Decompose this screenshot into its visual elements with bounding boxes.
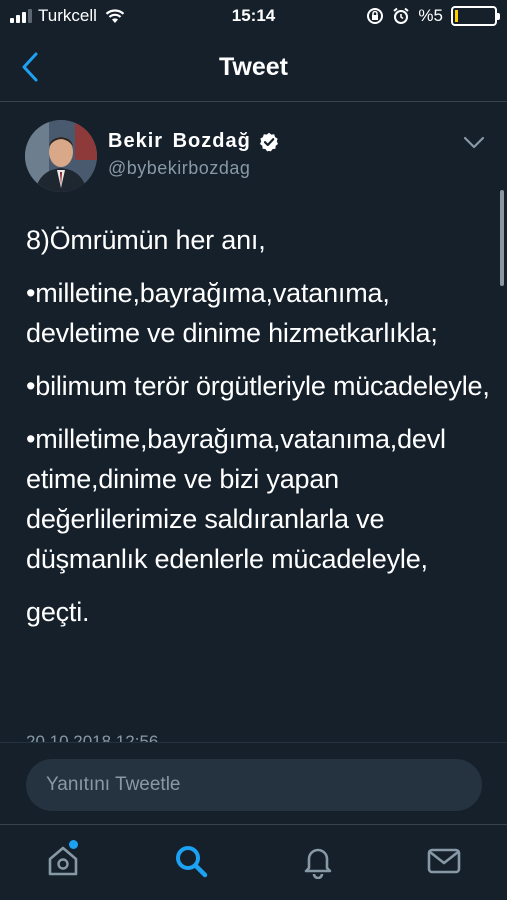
battery-level — [455, 10, 458, 22]
tweet-paragraph: •milletime,bayrağıma,vatanıma,devl etime… — [26, 424, 446, 574]
tab-home[interactable] — [45, 840, 81, 879]
notification-dot — [69, 840, 78, 849]
status-right: %5 — [366, 6, 500, 26]
tweet-paragraph: •milletine,bayrağıma,vatanıma, devletime… — [26, 278, 438, 348]
tweet-paragraph: geçti. — [26, 597, 90, 627]
orientation-lock-icon — [367, 8, 384, 24]
chevron-down-icon[interactable] — [463, 136, 485, 150]
scrollbar[interactable] — [500, 190, 504, 286]
tweet-paragraph: 8)Ömrümün her anı, — [26, 225, 266, 255]
verified-badge-icon — [259, 132, 278, 151]
bell-icon — [304, 848, 332, 880]
header: Tweet — [0, 34, 507, 102]
tweet-body: 8)Ömrümün her anı, •milletine,bayrağıma,… — [26, 220, 496, 645]
tab-messages[interactable] — [426, 843, 462, 879]
tab-bar — [0, 824, 507, 900]
alarm-icon — [393, 7, 410, 24]
reply-input[interactable]: Yanıtını Tweetle — [26, 759, 482, 811]
search-icon — [176, 846, 208, 878]
tweet-timestamp: 20.10.2018 12:56 — [26, 732, 159, 742]
reply-bar: Yanıtını Tweetle — [0, 742, 507, 824]
tab-notifications[interactable] — [300, 843, 336, 880]
tweet-paragraph: •bilimum terör örgütleriyle mücadeleyle, — [26, 371, 490, 401]
profile-photo — [25, 120, 97, 192]
battery-icon — [451, 6, 500, 26]
tweet-detail: Bekir Bozdağ @bybekirbozdag 8)Ömrümün he… — [0, 102, 507, 742]
battery-percent: %5 — [418, 6, 443, 25]
avatar[interactable] — [25, 120, 97, 192]
page-title: Tweet — [219, 53, 288, 81]
status-bar: Turkcell 15:14 %5 — [0, 0, 507, 34]
author-handle[interactable]: @bybekirbozdag — [108, 158, 250, 179]
author-display-name[interactable]: Bekir Bozdağ — [108, 130, 251, 153]
mail-icon — [427, 848, 461, 874]
tab-search[interactable] — [173, 843, 209, 879]
author-name-row[interactable]: Bekir Bozdağ — [108, 130, 279, 153]
